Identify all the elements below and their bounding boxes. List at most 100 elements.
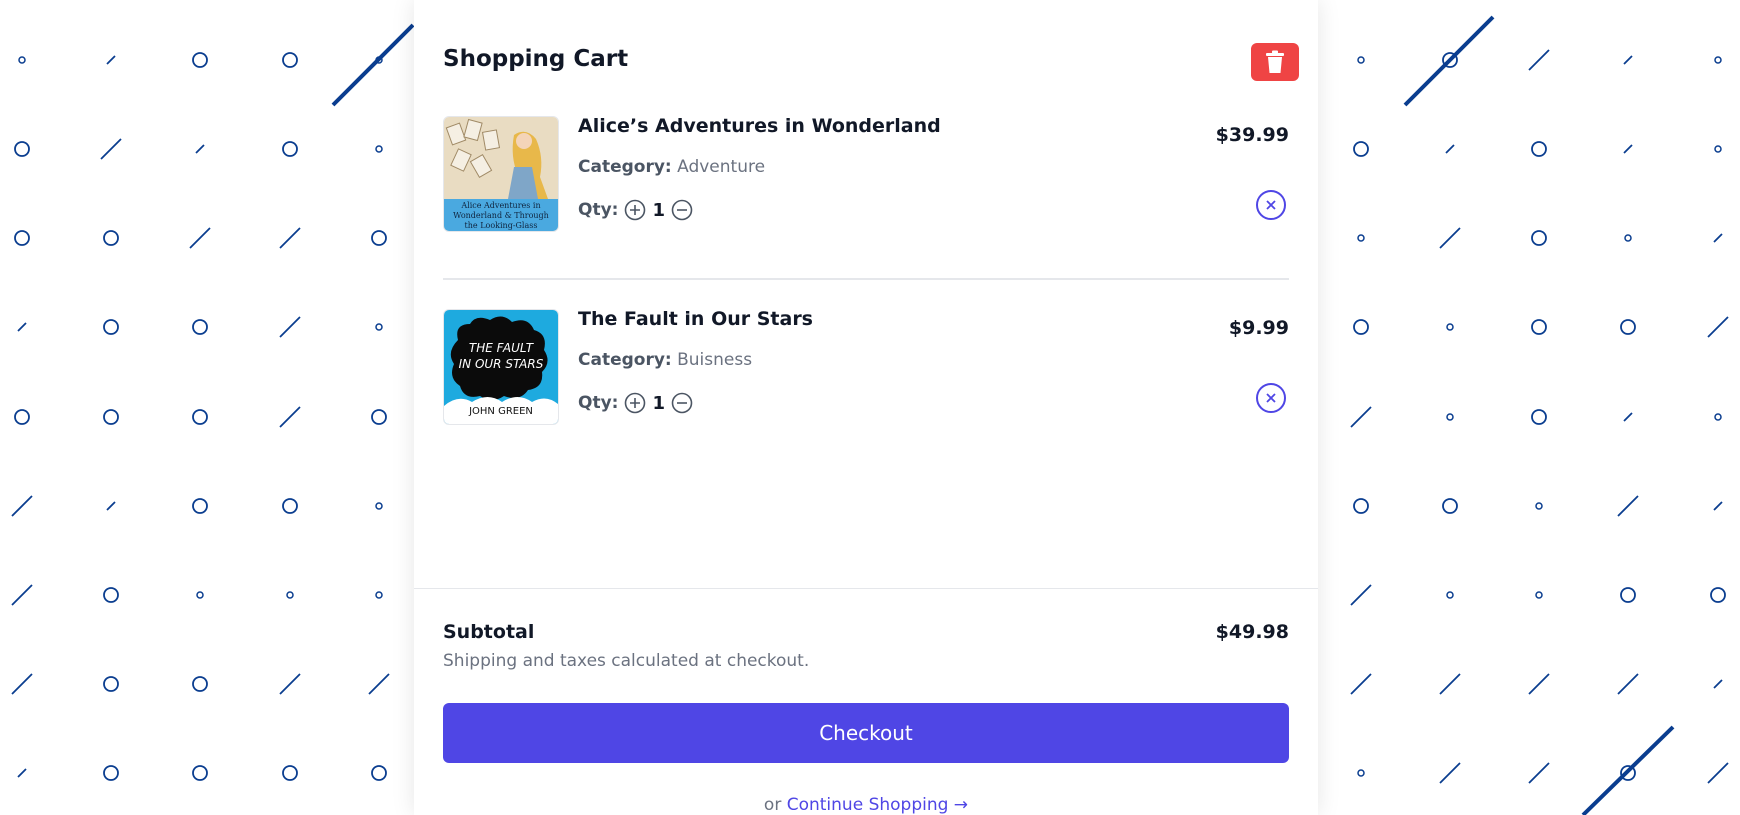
cover-text: the Looking-Glass xyxy=(464,221,538,230)
pattern-ring xyxy=(282,141,298,157)
pattern-slash xyxy=(368,673,390,695)
pattern-slash xyxy=(1439,762,1461,784)
pattern-ring xyxy=(14,230,30,246)
pattern-slash xyxy=(11,495,33,517)
remove-item-button[interactable] xyxy=(1256,383,1286,413)
item-name[interactable]: The Fault in Our Stars xyxy=(578,308,1289,330)
pattern-ring xyxy=(14,409,30,425)
pattern-tick xyxy=(17,768,27,778)
pattern-dot xyxy=(18,56,26,64)
cart-item: THE FAULT IN OUR STARS JOHN GREEN The Fa… xyxy=(443,279,1289,454)
book-cover-alice: Alice Adventures in Wonderland & Through… xyxy=(443,116,559,232)
pattern-slash xyxy=(279,227,301,249)
item-category: Category: Adventure xyxy=(578,157,1289,177)
pattern-ring xyxy=(1531,409,1547,425)
pattern-slash xyxy=(1707,762,1729,784)
pattern-slash xyxy=(1528,49,1550,71)
subtotal-label: Subtotal xyxy=(443,621,535,643)
book-cover-fault: THE FAULT IN OUR STARS JOHN GREEN xyxy=(443,309,559,425)
pattern-ring xyxy=(1353,498,1369,514)
pattern-tick xyxy=(195,144,205,154)
cart-panel: Shopping Cart Alice Adventures in Wonder… xyxy=(414,0,1318,815)
qty-label: Qty: xyxy=(578,393,619,413)
pattern-tick xyxy=(17,322,27,332)
item-name[interactable]: Alice’s Adventures in Wonderland xyxy=(578,115,1289,137)
pattern-tick xyxy=(1713,679,1723,689)
pattern-ring xyxy=(371,230,387,246)
pattern-long-slash xyxy=(1581,725,1675,815)
category-label: Category: xyxy=(578,157,672,177)
pattern-ring xyxy=(192,765,208,781)
pattern-ring xyxy=(371,409,387,425)
clear-cart-button[interactable] xyxy=(1251,43,1299,81)
pattern-slash xyxy=(100,138,122,160)
pattern-slash xyxy=(1350,584,1372,606)
pattern-dot xyxy=(1357,56,1365,64)
pattern-ring xyxy=(1620,319,1636,335)
qty-value: 1 xyxy=(652,392,665,414)
pattern-ring xyxy=(371,765,387,781)
pattern-long-slash xyxy=(331,23,415,107)
pattern-slash xyxy=(1707,316,1729,338)
continue-shopping-link[interactable]: Continue Shopping → xyxy=(787,795,968,815)
pattern-dot xyxy=(1714,145,1722,153)
cart-summary: Subtotal $49.98 Shipping and taxes calcu… xyxy=(414,588,1318,815)
pattern-ring xyxy=(192,319,208,335)
pattern-ring xyxy=(1531,141,1547,157)
item-info: The Fault in Our Stars Category: Buisnes… xyxy=(578,308,1289,414)
pattern-ring xyxy=(103,587,119,603)
pattern-ring xyxy=(103,676,119,692)
pattern-ring xyxy=(1710,587,1726,603)
pattern-slash xyxy=(1528,762,1550,784)
minus-circle-icon[interactable] xyxy=(671,199,693,221)
remove-item-button[interactable] xyxy=(1256,190,1286,220)
pattern-dot xyxy=(196,591,204,599)
subtotal-row: Subtotal $49.98 xyxy=(443,621,1289,645)
pattern-ring xyxy=(282,52,298,68)
pattern-dot xyxy=(1535,591,1543,599)
cover-text: Wonderland & Through xyxy=(453,211,549,220)
pattern-tick xyxy=(1623,412,1633,422)
pattern-ring xyxy=(14,141,30,157)
plus-circle-icon[interactable] xyxy=(624,199,646,221)
cover-text: THE FAULT xyxy=(468,341,534,355)
qty-value: 1 xyxy=(652,199,665,221)
pattern-ring xyxy=(103,230,119,246)
pattern-tick xyxy=(1713,501,1723,511)
subtotal-value: $49.98 xyxy=(1215,621,1289,643)
pattern-slash xyxy=(1439,227,1461,249)
pattern-ring xyxy=(1353,319,1369,335)
pattern-slash xyxy=(279,316,301,338)
plus-circle-icon[interactable] xyxy=(624,392,646,414)
pattern-ring xyxy=(192,498,208,514)
pattern-tick xyxy=(106,501,116,511)
pattern-ring xyxy=(1620,587,1636,603)
category-value: Adventure xyxy=(677,157,766,177)
category-value: Buisness xyxy=(677,350,753,370)
quantity-stepper: Qty: 1 xyxy=(578,199,1289,221)
item-category: Category: Buisness xyxy=(578,350,1289,370)
item-info: Alice’s Adventures in Wonderland Categor… xyxy=(578,115,1289,221)
close-icon xyxy=(1266,200,1276,210)
trash-icon xyxy=(1266,50,1284,73)
quantity-stepper: Qty: 1 xyxy=(578,392,1289,414)
pattern-ring xyxy=(282,498,298,514)
pattern-ring xyxy=(192,409,208,425)
pattern-dot xyxy=(1535,502,1543,510)
cover-text: Alice Adventures in xyxy=(461,201,541,210)
shipping-note: Shipping and taxes calculated at checkou… xyxy=(443,651,810,671)
pattern-dot xyxy=(375,591,383,599)
page-title: Shopping Cart xyxy=(443,46,629,72)
cover-text: JOHN GREEN xyxy=(469,406,533,417)
cart-item: Alice Adventures in Wonderland & Through… xyxy=(443,104,1289,279)
minus-circle-icon[interactable] xyxy=(671,392,693,414)
pattern-dot xyxy=(286,591,294,599)
category-label: Category: xyxy=(578,350,672,370)
checkout-button[interactable]: Checkout xyxy=(443,703,1289,763)
pattern-dot xyxy=(1446,323,1454,331)
continue-shopping: or Continue Shopping → xyxy=(414,795,1318,815)
pattern-slash xyxy=(1439,673,1461,695)
pattern-dot xyxy=(1446,591,1454,599)
pattern-slash xyxy=(1350,673,1372,695)
item-price: $39.99 xyxy=(1215,124,1289,146)
